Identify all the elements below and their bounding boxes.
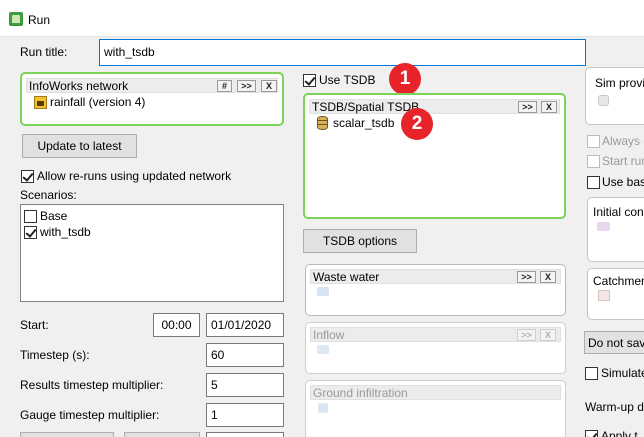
tsdb-item-label[interactable]: scalar_tsdb (333, 116, 394, 130)
scenarios-list: Base with_tsdb (20, 204, 284, 302)
ground-infiltration-icon (318, 403, 328, 413)
timestep-input[interactable]: 60 (206, 343, 284, 367)
apply-label: Apply t (601, 429, 638, 437)
tsdb-options-button[interactable]: TSDB options (303, 229, 417, 253)
catchment-group: Catchmen (587, 268, 644, 320)
results-multiplier-label: Results timestep multiplier: (20, 378, 164, 392)
sim-provider-group: Sim provi (585, 67, 644, 125)
tsdb-database-icon (317, 116, 328, 130)
waste-water-group: Waste water >> X (305, 264, 566, 316)
initial-conditions-group: Initial con (587, 197, 644, 262)
inflow-close-button[interactable]: X (540, 329, 556, 341)
network-more-button[interactable]: >> (237, 80, 256, 92)
title-bar: Run (0, 0, 644, 37)
allow-reruns-checkbox[interactable] (21, 170, 34, 183)
inflow-more-button[interactable]: >> (517, 329, 536, 341)
network-hash-button[interactable]: # (217, 80, 232, 92)
use-base-checkbox[interactable] (587, 176, 600, 189)
run-title-input[interactable]: with_tsdb (99, 39, 586, 66)
allow-reruns-label: Allow re-runs using updated network (37, 169, 232, 183)
annotation-badge-2: 2 (401, 108, 433, 140)
waste-water-header: Waste water >> X (310, 269, 561, 284)
network-item-label[interactable]: rainfall (version 4) (50, 95, 145, 109)
waste-water-icon (317, 287, 329, 296)
results-multiplier-input[interactable]: 5 (206, 373, 284, 397)
warmup-label: Warm-up d (585, 400, 644, 414)
run-title-label: Run title: (20, 45, 68, 59)
always-checkbox[interactable] (587, 135, 600, 148)
scenarios-label: Scenarios: (20, 188, 77, 202)
ground-infiltration-title: Ground infiltration (313, 386, 408, 400)
catchment-icon (598, 290, 610, 301)
tsdb-header: TSDB/Spatial TSDB >> X (309, 99, 560, 114)
start-run-checkbox[interactable] (587, 155, 600, 168)
waste-water-close-button[interactable]: X (540, 271, 556, 283)
simulate-checkbox[interactable] (585, 367, 598, 380)
apply-checkbox[interactable] (585, 430, 598, 437)
simulate-label: Simulate (601, 366, 644, 380)
tsdb-more-button[interactable]: >> (518, 101, 537, 113)
inflow-header: Inflow >> X (310, 327, 561, 342)
infoworks-network-title: InfoWorks network (29, 79, 129, 93)
always-label: Always c (602, 134, 644, 148)
ground-infiltration-group: Ground infiltration (305, 380, 566, 437)
waste-water-title: Waste water (313, 270, 380, 284)
sim-provider-icon (598, 95, 609, 106)
gauge-multiplier-label: Gauge timestep multiplier: (20, 408, 160, 422)
tsdb-title: TSDB/Spatial TSDB (312, 100, 420, 114)
network-close-button[interactable]: X (261, 80, 277, 92)
start-label: Start: (20, 318, 49, 332)
infoworks-network-header: InfoWorks network # >> X (26, 78, 278, 93)
timestep-label: Timestep (s): (20, 348, 90, 362)
bottom-button-2[interactable] (124, 432, 200, 437)
start-time-input[interactable]: 00:00 (153, 313, 200, 337)
use-base-label: Use base (602, 175, 644, 189)
scenario-base-label: Base (40, 209, 68, 223)
bottom-input[interactable] (206, 432, 284, 437)
ground-infiltration-header: Ground infiltration (310, 385, 561, 400)
tsdb-close-button[interactable]: X (541, 101, 557, 113)
initial-conditions-icon (597, 222, 610, 231)
waste-water-more-button[interactable]: >> (517, 271, 536, 283)
scenario-with-tsdb-label: with_tsdb (40, 225, 91, 239)
inflow-group: Inflow >> X (305, 322, 566, 374)
start-date-input[interactable]: 01/01/2020 (206, 313, 284, 337)
inflow-icon (317, 345, 329, 354)
infoworks-network-group: InfoWorks network # >> X rainfall (versi… (20, 72, 284, 126)
app-icon (9, 12, 23, 26)
use-tsdb-checkbox[interactable] (303, 74, 316, 87)
bottom-button-1[interactable] (20, 432, 114, 437)
scenario-with-tsdb-checkbox[interactable] (24, 226, 37, 239)
inflow-title: Inflow (313, 328, 345, 342)
use-tsdb-label: Use TSDB (319, 73, 376, 87)
initial-conditions-title: Initial con (593, 205, 644, 219)
gauge-multiplier-input[interactable]: 1 (206, 403, 284, 427)
scenario-base-checkbox[interactable] (24, 210, 37, 223)
tsdb-group: TSDB/Spatial TSDB >> X scalar_tsdb (303, 93, 566, 219)
rainfall-network-icon (34, 96, 47, 109)
update-to-latest-button[interactable]: Update to latest (22, 134, 137, 158)
window-title: Run (28, 13, 51, 27)
catchment-title: Catchmen (593, 274, 644, 288)
sim-provider-title: Sim provi (595, 76, 644, 90)
annotation-badge-1: 1 (389, 63, 421, 95)
start-run-label: Start run (602, 154, 644, 168)
do-not-save-dropdown[interactable]: Do not sav (584, 331, 644, 354)
